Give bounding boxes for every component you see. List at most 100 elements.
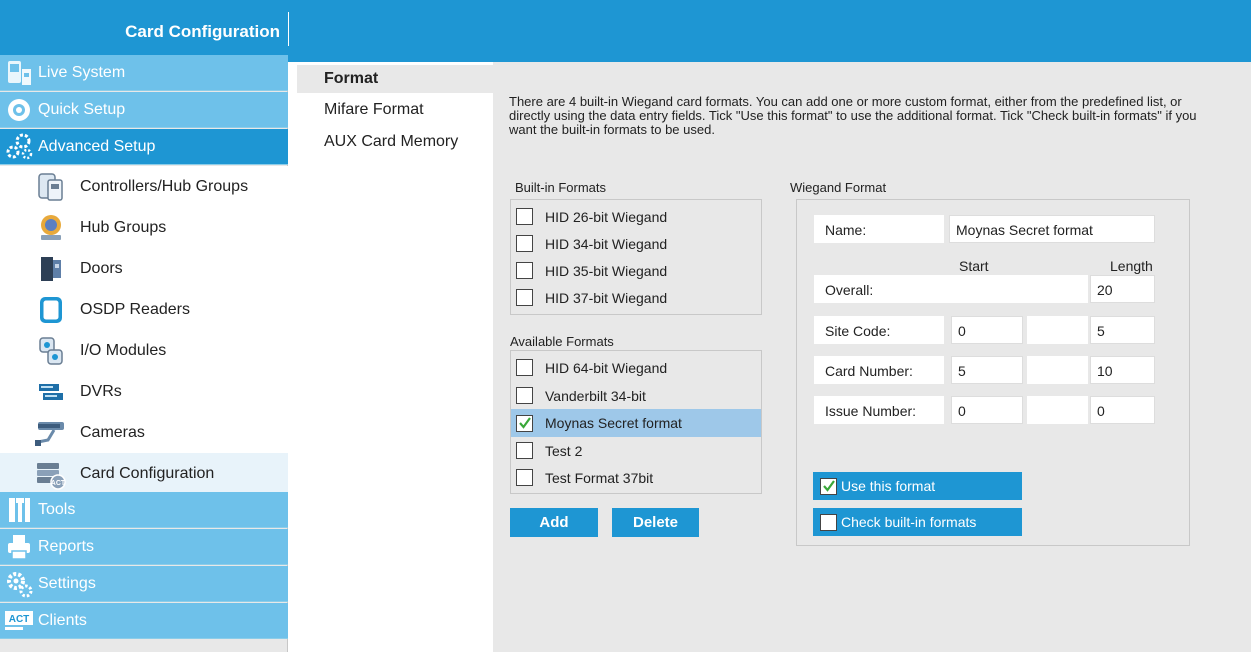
name-label: Name: (825, 222, 867, 238)
format-name: HID 34-bit Wiegand (545, 235, 668, 252)
tab-format[interactable]: Format (297, 65, 493, 93)
format-name: Test 2 (545, 442, 583, 459)
tools-icon (0, 492, 38, 528)
sidebar-item-osdp-readers[interactable]: OSDP Readers (0, 289, 288, 330)
io-module-icon (32, 334, 70, 368)
sidebar-item-label: Cameras (80, 423, 145, 441)
start-column-header: Start (959, 258, 989, 274)
sidebar-item-card-configuration[interactable]: ACT Card Configuration (0, 453, 288, 494)
list-item[interactable]: Test Format 37bit (511, 464, 761, 491)
nav-reports[interactable]: Reports (0, 529, 288, 565)
svg-text:ACT: ACT (51, 480, 66, 487)
use-this-format-toggle[interactable]: Use this format (813, 472, 1022, 500)
sidebar-item-doors[interactable]: Doors (0, 248, 288, 289)
main-content: There are 4 built-in Wiegand card format… (493, 62, 1251, 652)
site-code-label: Site Code: (825, 323, 891, 339)
checkbox-checked[interactable] (820, 477, 837, 495)
nav-settings[interactable]: Settings (0, 566, 288, 602)
act-logo-icon: ACT (0, 603, 38, 639)
sidebar-item-io-modules[interactable]: I/O Modules (0, 330, 288, 371)
nav-live-system[interactable]: Live System (0, 55, 288, 91)
card-number-length-input[interactable]: 10 (1090, 356, 1155, 384)
check-builtin-formats-toggle[interactable]: Check built-in formats (813, 508, 1022, 536)
checkbox[interactable] (516, 289, 533, 306)
check-builtin-formats-label: Check built-in formats (841, 514, 977, 530)
checkbox[interactable] (820, 513, 837, 531)
checkbox-checked[interactable] (516, 414, 533, 432)
format-name: HID 35-bit Wiegand (545, 262, 668, 279)
issue-number-length-input[interactable]: 0 (1090, 396, 1155, 424)
sidebar-item-cameras[interactable]: Cameras (0, 412, 288, 453)
dvr-icon (32, 375, 70, 409)
door-icon (32, 252, 70, 286)
checkbox[interactable] (516, 235, 533, 252)
delete-button[interactable]: Delete (612, 508, 699, 537)
list-item-selected[interactable]: Moynas Secret format (511, 409, 761, 437)
add-button[interactable]: Add (510, 508, 598, 537)
list-item[interactable]: Vanderbilt 34-bit (511, 382, 761, 409)
format-name: HID 37-bit Wiegand (545, 289, 668, 306)
checkmark-icon (518, 417, 531, 429)
checkbox[interactable] (516, 359, 533, 376)
card-config-icon: ACT (32, 457, 70, 491)
sidebar-item-label: OSDP Readers (80, 300, 190, 318)
reader-icon (32, 293, 70, 327)
tab-mifare-format[interactable]: Mifare Format (297, 96, 493, 124)
list-item[interactable]: HID 26-bit Wiegand (511, 203, 761, 230)
card-number-gap (1027, 356, 1088, 384)
site-code-start-input[interactable]: 0 (951, 316, 1023, 344)
site-code-gap (1027, 316, 1088, 344)
nav-tools[interactable]: Tools (0, 492, 288, 528)
nav-clients[interactable]: ACT Clients (0, 603, 288, 639)
checkbox[interactable] (516, 262, 533, 279)
format-name: HID 26-bit Wiegand (545, 208, 668, 225)
camera-icon (32, 416, 70, 450)
format-description: There are 4 built-in Wiegand card format… (509, 94, 1197, 137)
available-formats-label: Available Formats (510, 334, 614, 349)
format-subnav: Format Mifare Format AUX Card Memory (297, 62, 493, 652)
sidebar-item-label: Doors (80, 259, 123, 277)
sidebar-item-hub-groups[interactable]: Hub Groups (0, 207, 288, 248)
checkbox[interactable] (516, 442, 533, 459)
title-divider (288, 12, 289, 46)
length-column-header: Length (1110, 258, 1153, 274)
printer-icon (0, 529, 38, 565)
format-name: Test Format 37bit (545, 469, 654, 486)
nav-advanced-setup[interactable]: Advanced Setup (0, 129, 288, 165)
sidebar-item-label: Hub Groups (80, 218, 167, 236)
overall-length-input[interactable]: 20 (1090, 275, 1155, 303)
nav-label: Tools (38, 500, 76, 518)
issue-number-start-input[interactable]: 0 (951, 396, 1023, 424)
top-bar: Card Configuration (0, 0, 1251, 62)
format-name: Vanderbilt 34-bit (545, 387, 646, 404)
svg-text:ACT: ACT (9, 614, 30, 625)
wiegand-format-label: Wiegand Format (790, 180, 887, 195)
list-item[interactable]: HID 34-bit Wiegand (511, 230, 761, 257)
available-formats-list: HID 64-bit Wiegand Vanderbilt 34-bit Moy… (510, 350, 762, 494)
sidebar-item-dvrs[interactable]: DVRs (0, 371, 288, 412)
tab-aux-card-memory[interactable]: AUX Card Memory (297, 128, 493, 156)
overall-label: Overall: (825, 282, 874, 298)
sidebar-item-label: Controllers/Hub Groups (80, 177, 249, 195)
list-item[interactable]: HID 64-bit Wiegand (511, 354, 761, 381)
checkbox[interactable] (516, 208, 533, 225)
nav-label: Clients (38, 611, 87, 629)
checkmark-icon (822, 480, 835, 492)
checkbox[interactable] (516, 387, 533, 404)
list-item[interactable]: HID 37-bit Wiegand (511, 284, 761, 311)
sidebar-item-label: I/O Modules (80, 341, 167, 359)
sidebar-item-controllers[interactable]: Controllers/Hub Groups (0, 166, 288, 207)
list-item[interactable]: Test 2 (511, 437, 761, 464)
nav-label: Live System (38, 63, 126, 81)
list-item[interactable]: HID 35-bit Wiegand (511, 257, 761, 284)
use-this-format-label: Use this format (841, 478, 936, 494)
hub-icon (32, 211, 70, 245)
quick-setup-icon (0, 92, 38, 128)
nav-quick-setup[interactable]: Quick Setup (0, 92, 288, 128)
name-input[interactable]: Moynas Secret format (949, 215, 1155, 243)
site-code-length-input[interactable]: 5 (1090, 316, 1155, 344)
checkbox[interactable] (516, 469, 533, 486)
sidebar: Live System Quick Setup Advanced Setup C… (0, 55, 288, 652)
card-number-start-input[interactable]: 5 (951, 356, 1023, 384)
settings-icon (0, 566, 38, 602)
